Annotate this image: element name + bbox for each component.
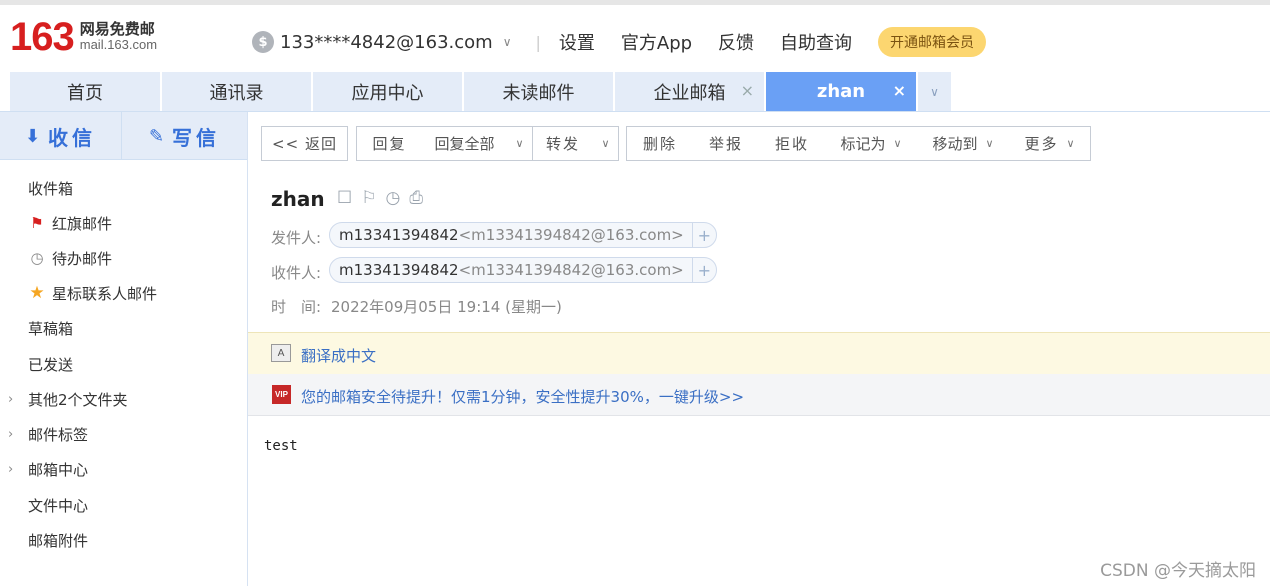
coin-icon: $ [252, 31, 274, 53]
translate-link[interactable]: 翻译成中文 [301, 345, 376, 366]
account-email[interactable]: 133****4842@163.com [280, 32, 493, 53]
report-button[interactable]: 举报 [693, 126, 760, 161]
translate-bar: A 翻译成中文 [248, 332, 1270, 374]
to-name: m13341394842 [339, 261, 459, 279]
from-address-chip[interactable]: m13341394842 <m13341394842@163.com> + [329, 222, 717, 248]
compose-button[interactable]: ✎ 写信 [122, 112, 247, 160]
sidebar-item-attachments[interactable]: 邮箱附件 [0, 523, 247, 557]
open-vip-button[interactable]: 开通邮箱会员 [878, 27, 987, 57]
sidebar-item-labels[interactable]: › 邮件标签 [0, 417, 247, 451]
from-label: 发件人: [271, 229, 322, 247]
tab-unread[interactable]: 未读邮件 [464, 72, 613, 111]
sidebar-item-drafts[interactable]: 草稿箱 [0, 311, 247, 345]
red-flag-icon: ⚑ [30, 214, 44, 232]
pencil-icon: ✎ [148, 125, 165, 147]
sidebar-item-inbox[interactable]: 收件箱 [0, 171, 247, 205]
close-icon[interactable]: × [893, 81, 906, 100]
sidebar-item-file-center[interactable]: 文件中心 [0, 488, 247, 522]
clock-icon[interactable]: ◷ [386, 188, 401, 208]
tab-app-center[interactable]: 应用中心 [313, 72, 462, 111]
to-label: 收件人: [271, 264, 322, 282]
message-body: test [264, 438, 298, 454]
self-service-link[interactable]: 自助查询 [780, 29, 852, 55]
logo-number: 163 [10, 15, 75, 59]
chevron-down-icon: ∨ [1066, 137, 1075, 150]
logo[interactable]: 163 网易免费邮 mail.163.com [10, 17, 157, 57]
chevron-down-icon: ∨ [985, 137, 994, 150]
feedback-link[interactable]: 反馈 [718, 29, 754, 55]
tab-enterprise-mail[interactable]: 企业邮箱 × [615, 72, 764, 111]
account-area: $ 133****4842@163.com ∨ | 设置 官方App 反馈 自助… [252, 27, 987, 57]
chevron-right-icon[interactable]: › [8, 462, 13, 477]
sidebar-item-todo[interactable]: ◷ 待办邮件 [0, 241, 247, 275]
forward-dropdown-icon[interactable]: ∨ [593, 126, 619, 161]
print-icon[interactable]: ⎙ [409, 188, 423, 208]
receive-button[interactable]: ⬇ 收信 [0, 112, 121, 160]
close-icon[interactable]: × [741, 81, 754, 100]
tab-contacts[interactable]: 通讯录 [162, 72, 311, 111]
inbox-download-icon: ⬇ [24, 125, 41, 147]
chevron-down-icon: ∨ [893, 137, 902, 150]
move-to-button[interactable]: 移动到 ∨ [917, 126, 1010, 161]
more-button[interactable]: 更多 ∨ [1009, 126, 1091, 161]
delete-button[interactable]: 删除 [626, 126, 694, 161]
official-app-link[interactable]: 官方App [621, 29, 692, 55]
sidebar-item-mail-center[interactable]: › 邮箱中心 [0, 452, 247, 486]
tab-bar: 首页 通讯录 应用中心 未读邮件 企业邮箱 × zhan × ∨ [0, 72, 1270, 112]
settings-link[interactable]: 设置 [559, 29, 595, 55]
watermark: CSDN @今天摘太阳 [1100, 561, 1256, 581]
forward-button[interactable]: 转发 [532, 126, 594, 161]
add-contact-icon[interactable]: + [691, 223, 716, 247]
logo-url: mail.163.com [79, 37, 158, 52]
chevron-right-icon[interactable]: › [8, 427, 13, 442]
star-icon: ★ [29, 283, 45, 303]
reject-button[interactable]: 拒收 [759, 126, 826, 161]
tab-more-chevron-icon[interactable]: ∨ [918, 72, 951, 111]
from-name: m13341394842 [339, 226, 459, 244]
add-contact-icon[interactable]: + [691, 258, 716, 282]
header: 163 网易免费邮 mail.163.com $ 133****4842@163… [0, 5, 1270, 71]
message-subject: zhan [271, 187, 325, 211]
sidebar-item-starred[interactable]: ★ 星标联系人邮件 [0, 276, 247, 310]
reply-button[interactable]: 回复 [356, 126, 423, 161]
time-label: 时 间: [271, 298, 322, 316]
time-value: 2022年09月05日 19:14 (星期一) [331, 298, 562, 316]
sidebar-item-other-folders[interactable]: › 其他2个文件夹 [0, 382, 247, 416]
translate-icon: A [271, 344, 291, 362]
security-bar: VIP 您的邮箱安全待提升！仅需1分钟，安全性提升30%，一键升级>> [248, 374, 1270, 416]
compose-row: ⬇ 收信 ✎ 写信 [0, 112, 247, 160]
sidebar-item-red-flag[interactable]: ⚑ 红旗邮件 [0, 206, 247, 240]
chevron-right-icon[interactable]: › [8, 392, 13, 407]
bookmark-icon[interactable]: ☐ [337, 188, 352, 208]
message-toolbar: << 返回 回复 回复全部 ∨ 转发 ∨ 删除 举报 拒收 标记为 ∨ 移动到 ∨ … [248, 112, 1270, 170]
clock-icon: ◷ [30, 249, 44, 267]
security-upgrade-link[interactable]: 您的邮箱安全待提升！仅需1分钟，安全性提升30%，一键升级>> [301, 386, 744, 407]
tab-zhan[interactable]: zhan × [766, 72, 916, 111]
subject-actions: ☐ ⚐ ◷ ⎙ [337, 188, 423, 208]
from-email: <m13341394842@163.com> [458, 226, 684, 244]
sidebar: ⬇ 收信 ✎ 写信 收件箱 ⚑ 红旗邮件 ◷ 待办邮件 ★ 星标联系人邮件 草稿… [0, 112, 248, 586]
tab-home[interactable]: 首页 [10, 72, 160, 111]
flag-icon[interactable]: ⚐ [361, 188, 376, 208]
reply-all-dropdown-icon[interactable]: ∨ [507, 126, 533, 161]
reply-all-button[interactable]: 回复全部 [422, 126, 508, 161]
sidebar-item-sent[interactable]: 已发送 [0, 347, 247, 381]
back-button[interactable]: << 返回 [261, 126, 348, 161]
vip-icon: VIP [272, 385, 291, 404]
mark-as-button[interactable]: 标记为 ∨ [825, 126, 918, 161]
logo-title: 网易免费邮 [79, 20, 155, 38]
divider: | [535, 32, 541, 52]
to-email: <m13341394842@163.com> [458, 261, 684, 279]
chevron-down-icon[interactable]: ∨ [503, 35, 512, 49]
to-address-chip[interactable]: m13341394842 <m13341394842@163.com> + [329, 257, 717, 283]
